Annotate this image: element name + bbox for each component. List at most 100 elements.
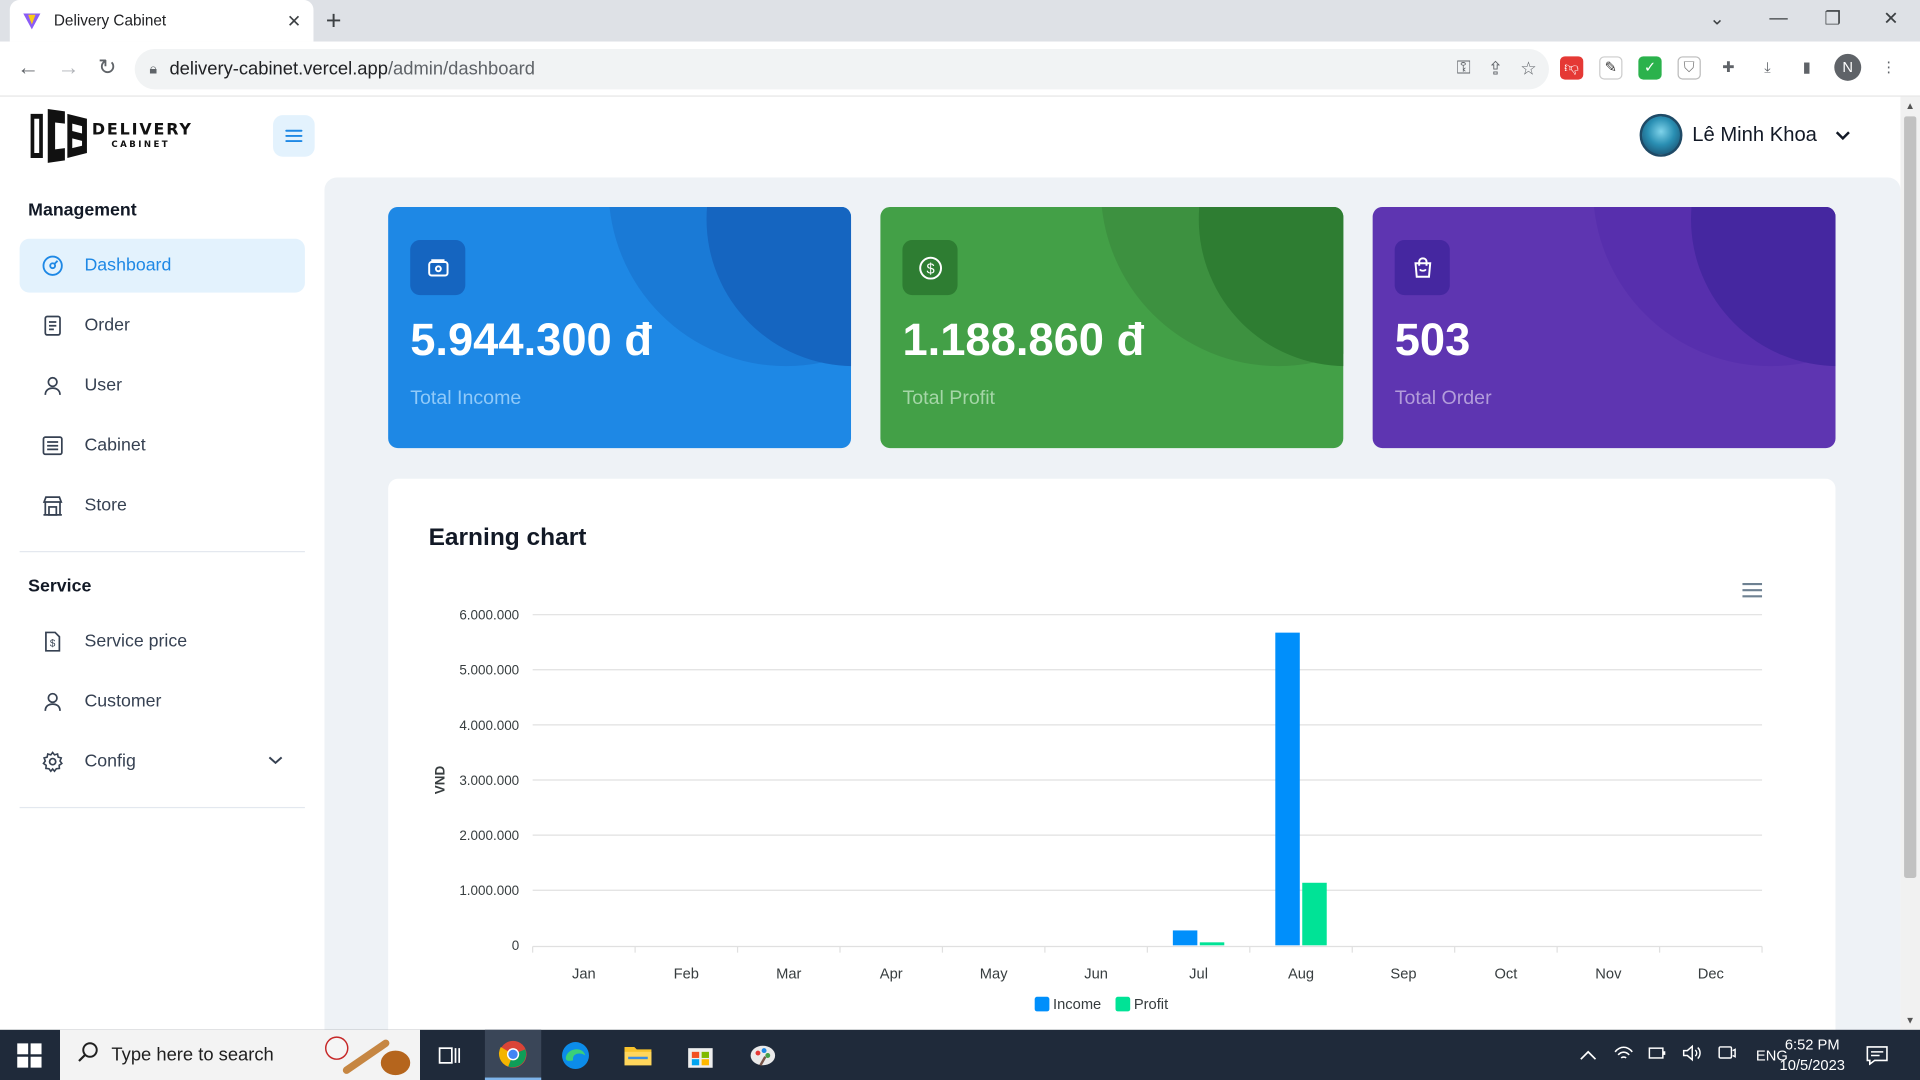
browser-menu-icon[interactable]: ⋮ bbox=[1877, 55, 1901, 79]
sidebar-item-label: Cabinet bbox=[84, 435, 146, 456]
bookmark-star-icon[interactable]: ☆ bbox=[1520, 58, 1536, 80]
order-label: Total Order bbox=[1394, 388, 1492, 409]
dashboard-icon bbox=[42, 255, 64, 277]
sidebar-item-dashboard[interactable]: Dashboard bbox=[19, 238, 305, 293]
sidebar-item-service-price[interactable]: $ Service price bbox=[20, 615, 305, 669]
logo[interactable]: DELIVERY CABINET bbox=[28, 107, 193, 166]
bar-income-jul bbox=[1172, 930, 1198, 946]
x-tick-label: Apr bbox=[880, 966, 903, 982]
windows-start-icon[interactable] bbox=[17, 1043, 42, 1074]
tray-chevron-up-icon[interactable] bbox=[1580, 1046, 1597, 1063]
section-title-management: Management bbox=[28, 200, 137, 221]
receipt-icon bbox=[42, 315, 64, 337]
browser-tab-bar: Delivery Cabinet ✕ + ⌄ — ❐ ✕ bbox=[0, 0, 1920, 42]
sidebar-item-order[interactable]: Order bbox=[20, 299, 305, 353]
browser-tab[interactable]: Delivery Cabinet ✕ bbox=[9, 0, 314, 42]
url-path: /admin/dashboard bbox=[387, 58, 536, 80]
file-explorer-taskbar-icon[interactable] bbox=[610, 1030, 666, 1080]
section-title-service: Service bbox=[28, 576, 92, 597]
maximize-icon[interactable]: ❐ bbox=[1824, 7, 1840, 30]
y-tick-label: 3.000.000 bbox=[459, 773, 519, 788]
svg-text:$: $ bbox=[926, 261, 934, 277]
download-icon[interactable]: ⤓ bbox=[1755, 55, 1780, 79]
x-tick-label: Feb bbox=[674, 966, 699, 982]
volume-icon[interactable] bbox=[1682, 1044, 1702, 1065]
taskbar-search-input[interactable]: Type here to search bbox=[60, 1029, 421, 1080]
legend-marker-income bbox=[1034, 996, 1050, 1012]
taskbar-clock[interactable]: 6:52 PM 10/5/2023 bbox=[1776, 1035, 1849, 1077]
profile-avatar[interactable]: N bbox=[1834, 53, 1862, 81]
network-icon[interactable] bbox=[1614, 1044, 1634, 1065]
extension-shield-icon[interactable]: ✓ bbox=[1638, 55, 1662, 79]
task-view-icon[interactable] bbox=[421, 1030, 477, 1080]
search-highlight-baseball-icon bbox=[324, 1036, 411, 1076]
vite-favicon-icon bbox=[23, 13, 41, 30]
extension-eyedropper-icon[interactable]: ✎ bbox=[1599, 55, 1623, 79]
legend-label-profit: Profit bbox=[1134, 997, 1168, 1013]
share-icon[interactable]: ⇪ bbox=[1488, 58, 1503, 80]
url-domain: delivery-cabinet.vercel.app bbox=[169, 58, 388, 80]
scrollbar-thumb[interactable] bbox=[1904, 116, 1917, 878]
x-tick-label: Dec bbox=[1698, 966, 1724, 982]
dollar-icon: $ bbox=[902, 240, 958, 296]
chevron-down-icon bbox=[1834, 126, 1851, 146]
sidebar-item-label: Service price bbox=[84, 631, 188, 652]
sidebar-item-cabinet[interactable]: Cabinet bbox=[20, 419, 305, 473]
display-icon[interactable] bbox=[1717, 1044, 1737, 1065]
tab-close-icon[interactable]: ✕ bbox=[287, 10, 301, 31]
battery-plug-icon[interactable] bbox=[1648, 1044, 1668, 1065]
screen: Delivery Cabinet ✕ + ⌄ — ❐ ✕ ← → ↻ 🔒︎ de… bbox=[0, 0, 1920, 1080]
paint-taskbar-icon[interactable] bbox=[735, 1030, 791, 1080]
store-taskbar-icon[interactable] bbox=[672, 1030, 728, 1080]
search-placeholder: Type here to search bbox=[111, 1044, 274, 1066]
page-scrollbar[interactable]: ▲ ▼ bbox=[1900, 96, 1920, 1030]
extension-dislike-icon[interactable]: 👎︎ bbox=[1560, 55, 1584, 79]
clock-time: 6:52 PM bbox=[1784, 1035, 1840, 1054]
avatar bbox=[1639, 113, 1683, 157]
y-tick-label: 1.000.000 bbox=[459, 883, 519, 898]
address-bar-row: ← → ↻ 🔒︎ delivery-cabinet.vercel.app/adm… bbox=[0, 41, 1920, 97]
sidebar-item-config[interactable]: Config bbox=[20, 735, 305, 789]
scroll-up-icon[interactable]: ▲ bbox=[1905, 100, 1915, 111]
close-window-icon[interactable]: ✕ bbox=[1883, 7, 1898, 30]
bar-profit-aug bbox=[1302, 882, 1327, 946]
scroll-down-icon[interactable]: ▼ bbox=[1905, 1015, 1915, 1026]
menu-toggle-button[interactable] bbox=[273, 115, 315, 157]
reload-icon[interactable]: ↻ bbox=[98, 55, 116, 81]
key-icon[interactable]: ⚿ bbox=[1457, 58, 1471, 80]
y-tick-label: 2.000.000 bbox=[459, 828, 519, 843]
income-value: 5.944.300 đ bbox=[410, 314, 653, 365]
sidebar-divider bbox=[19, 551, 305, 553]
search-icon bbox=[77, 1041, 99, 1069]
forward-icon[interactable]: → bbox=[58, 55, 80, 81]
earning-chart-card: Earning chart 0 1.000.000 2.000.000 3.000.0… bbox=[388, 478, 1836, 1043]
back-icon[interactable]: ← bbox=[17, 55, 39, 81]
user-menu-button[interactable]: Lê Minh Khoa bbox=[1639, 113, 1852, 157]
minimize-icon[interactable]: — bbox=[1769, 7, 1787, 28]
user-icon bbox=[42, 375, 64, 397]
y-tick-label: 0 bbox=[512, 938, 519, 953]
tab-search-icon[interactable]: ⌄ bbox=[1709, 7, 1724, 30]
edge-taskbar-icon[interactable] bbox=[547, 1030, 603, 1080]
tab-title: Delivery Cabinet bbox=[53, 12, 167, 30]
new-tab-icon[interactable]: + bbox=[326, 5, 342, 37]
sidebar-item-user[interactable]: User bbox=[20, 359, 305, 413]
hamburger-icon bbox=[285, 129, 303, 143]
extension-guard-icon[interactable]: ⛉ bbox=[1677, 55, 1701, 79]
stat-card-order: 503 Total Order bbox=[1372, 206, 1836, 449]
store-icon bbox=[42, 495, 64, 517]
chrome-taskbar-icon[interactable] bbox=[484, 1029, 542, 1080]
extensions-puzzle-icon[interactable]: ✚ bbox=[1716, 55, 1741, 79]
stat-card-profit: $ 1.188.860 đ Total Profit bbox=[880, 206, 1344, 449]
price-file-icon: $ bbox=[42, 631, 64, 653]
clock-date: 10/5/2023 bbox=[1779, 1056, 1845, 1074]
sidebar-item-store[interactable]: Store bbox=[20, 479, 305, 533]
logo-text-delivery: DELIVERY bbox=[91, 121, 193, 140]
y-tick-label: 5.000.000 bbox=[459, 663, 519, 678]
address-bar[interactable]: 🔒︎ delivery-cabinet.vercel.app/admin/das… bbox=[134, 48, 1549, 90]
notification-icon[interactable] bbox=[1866, 1030, 1888, 1080]
x-tick-label: Oct bbox=[1494, 966, 1517, 982]
sidebar-item-customer[interactable]: Customer bbox=[20, 675, 305, 729]
order-value: 503 bbox=[1394, 314, 1471, 365]
side-panel-icon[interactable]: ▮ bbox=[1795, 55, 1819, 79]
